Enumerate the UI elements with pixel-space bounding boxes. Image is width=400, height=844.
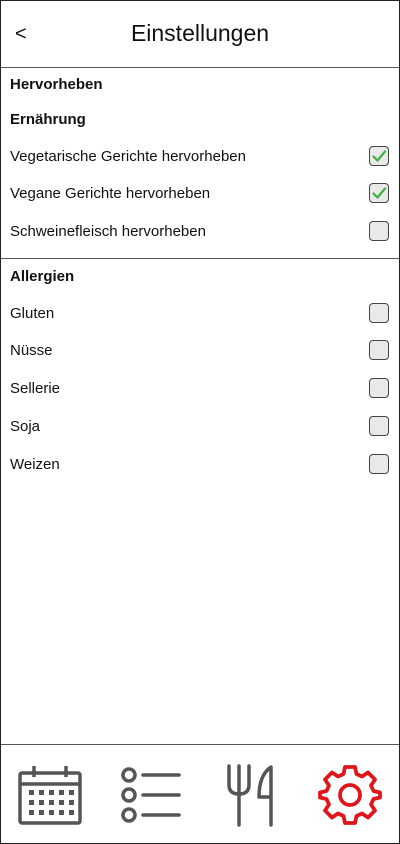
setting-label: Weizen [10, 456, 60, 473]
setting-row-vegetarian[interactable]: Vegetarische Gerichte hervorheben [1, 142, 399, 172]
checkbox-vegetarian[interactable] [369, 146, 389, 166]
setting-label: Soja [10, 418, 41, 435]
list-icon [121, 767, 181, 823]
header-bar: < Einstellungen [1, 1, 399, 68]
checkbox-vegan[interactable] [369, 183, 389, 203]
setting-label: Sellerie [10, 380, 61, 397]
setting-label: Schweinefleisch hervorheben [10, 223, 206, 240]
checkbox-celery[interactable] [369, 378, 389, 398]
checkbox-nuts[interactable] [369, 340, 389, 360]
settings-screen: < Einstellungen Hervorheben Ernährung Ve… [0, 0, 400, 844]
checkbox-soy[interactable] [369, 416, 389, 436]
checkbox-gluten[interactable] [369, 303, 389, 323]
checkbox-pork[interactable] [369, 221, 389, 241]
nav-list-button[interactable] [116, 763, 186, 827]
checkmark-icon [372, 150, 387, 162]
setting-row-wheat[interactable]: Weizen [1, 450, 399, 480]
section-heading-allergies: Allergien [10, 268, 75, 285]
setting-row-celery[interactable]: Sellerie [1, 374, 399, 404]
nav-menu-button[interactable] [215, 763, 285, 827]
setting-label: Nüsse [10, 342, 53, 359]
section-divider [1, 258, 399, 259]
setting-label: Gluten [10, 305, 55, 322]
setting-row-nuts[interactable]: Nüsse [1, 336, 399, 366]
gear-icon [318, 765, 382, 825]
checkbox-wheat[interactable] [369, 454, 389, 474]
section-heading-highlight: Hervorheben [10, 76, 103, 93]
setting-row-vegan[interactable]: Vegane Gerichte hervorheben [1, 179, 399, 209]
setting-row-pork[interactable]: Schweinefleisch hervorheben [1, 217, 399, 247]
nav-calendar-button[interactable] [15, 763, 85, 827]
fork-knife-icon [227, 764, 273, 827]
calendar-icon [18, 766, 82, 825]
setting-label: Vegetarische Gerichte hervorheben [10, 148, 246, 165]
subsection-heading-nutrition: Ernährung [10, 111, 86, 128]
setting-row-gluten[interactable]: Gluten [1, 299, 399, 329]
nav-settings-button[interactable] [315, 763, 385, 827]
checkmark-icon [372, 187, 387, 199]
bottom-navigation [1, 744, 399, 843]
page-title: Einstellungen [130, 20, 270, 46]
setting-label: Vegane Gerichte hervorheben [10, 185, 211, 202]
setting-row-soy[interactable]: Soja [1, 412, 399, 442]
